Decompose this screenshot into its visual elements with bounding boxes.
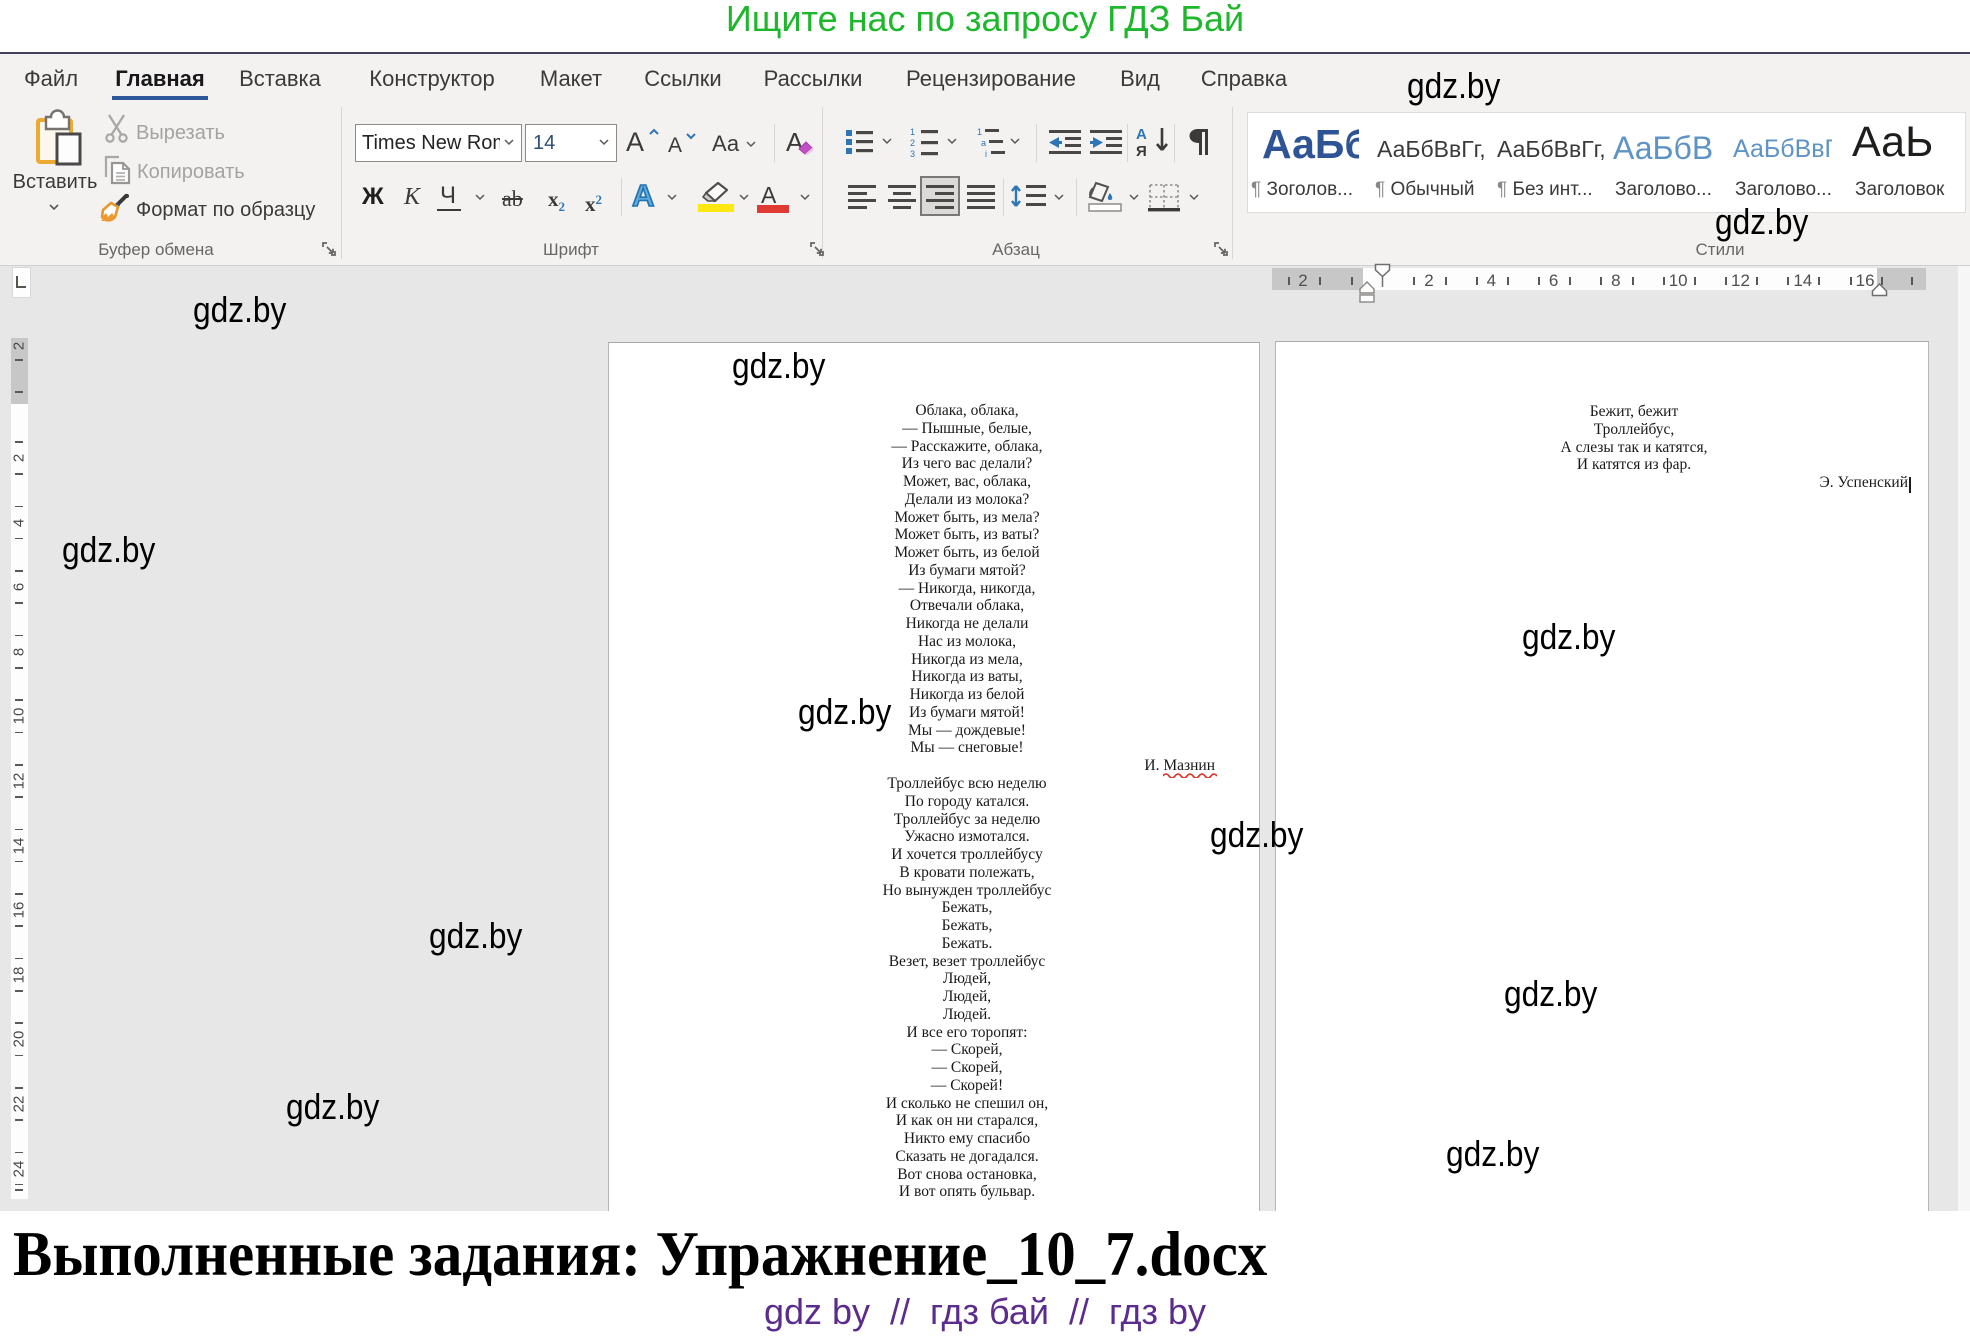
svg-text:1: 1 [910,127,915,137]
svg-text:1: 1 [977,127,982,137]
svg-text:А: А [1136,126,1147,143]
svg-text:Я: Я [1136,143,1147,158]
svg-text:a: a [981,138,986,148]
svg-text:3: 3 [910,149,915,157]
svg-text:i: i [985,149,987,157]
svg-text:2: 2 [910,138,915,148]
